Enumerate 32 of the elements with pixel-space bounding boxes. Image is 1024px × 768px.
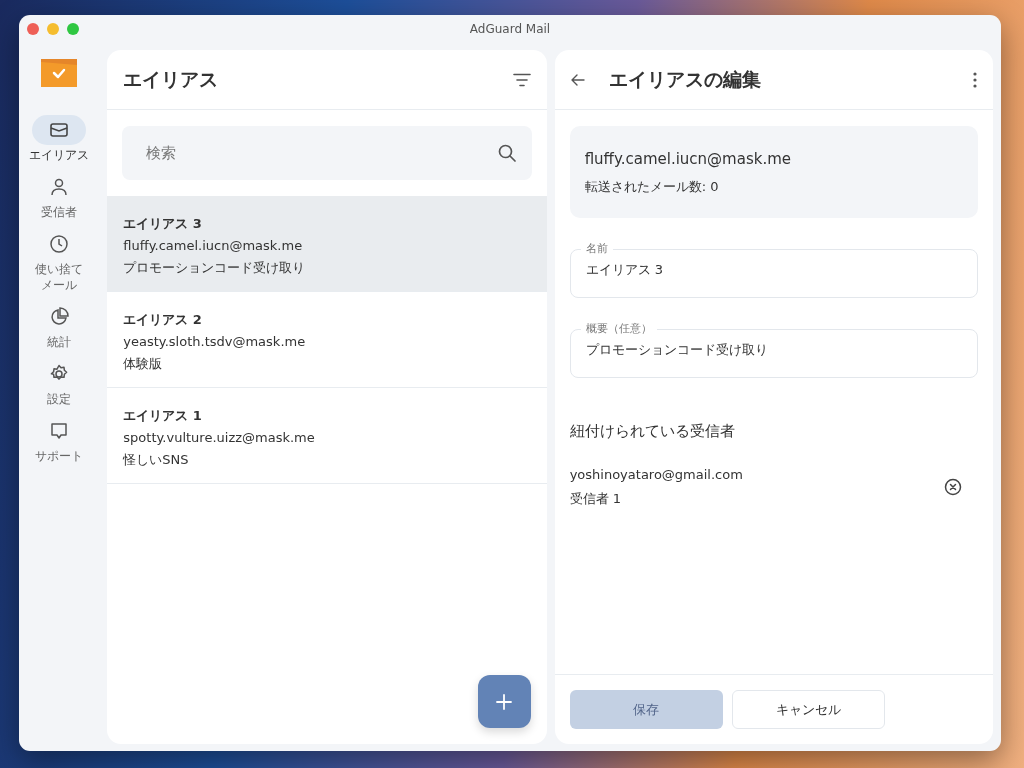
alias-email: fluffy.camel.iucn@mask.me <box>123 237 304 255</box>
alias-description: 怪しいSNS <box>123 451 190 469</box>
forwarded-count: 転送されたメール数: 0 <box>584 177 720 196</box>
field-value: プロモーションコード受け取り <box>585 341 769 359</box>
text-field[interactable]: 概要（任意） プロモーションコード受け取り <box>569 322 978 378</box>
field-label: 名前 <box>584 242 609 256</box>
alias-email: yeasty.sloth.tsdv@mask.me <box>123 333 307 351</box>
section-heading: 紐付けられている受信者 <box>569 421 736 442</box>
cancel-button[interactable]: キャンセル <box>731 690 885 729</box>
alias-description: プロモーションコード受け取り <box>123 259 307 277</box>
panel-title: エイリアスの編集 <box>608 67 761 93</box>
alias-name: エイリアス 3 <box>123 215 203 233</box>
alias-description: 体験版 <box>123 355 164 373</box>
text-field[interactable]: 名前 エイリアス 3 <box>569 242 978 298</box>
sidebar-item[interactable]: 使い捨て メール <box>21 228 98 295</box>
recipient-email: yoshinoyataro@gmail.com <box>569 465 743 484</box>
field-label: 概要（任意） <box>584 322 653 336</box>
sidebar-item[interactable]: サポート <box>21 415 98 465</box>
alias-name: エイリアス 2 <box>123 311 203 329</box>
window-title: AdGuard Mail <box>469 21 551 36</box>
sidebar-item[interactable]: 受信者 <box>21 171 98 221</box>
recipient-name: 受信者 1 <box>569 489 623 508</box>
sidebar-item[interactable]: 統計 <box>21 302 98 351</box>
alias-email: fluffy.camel.iucn@mask.me <box>584 149 792 170</box>
alias-list-item[interactable]: エイリアス 3 fluffy.camel.iucn@mask.me プロモーションコード受け取り <box>107 196 547 292</box>
search-field[interactable]: 検索 <box>122 126 532 180</box>
field-value: エイリアス 3 <box>585 261 665 279</box>
alias-email: spotty.vulture.uizz@mask.me <box>123 429 316 447</box>
alias-name: エイリアス 1 <box>123 407 203 425</box>
sidebar-item[interactable]: エイリアス <box>21 115 98 164</box>
sidebar-item[interactable]: 設定 <box>21 359 98 408</box>
panel-title: エイリアス <box>123 67 219 93</box>
